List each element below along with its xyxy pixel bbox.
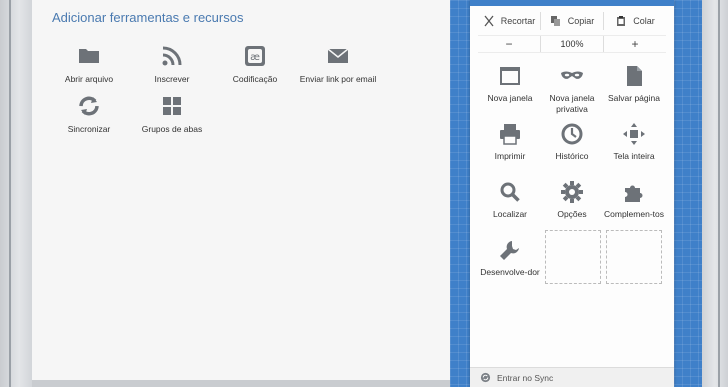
cut-button[interactable]: Recortar: [478, 12, 540, 30]
save-page-icon: [627, 66, 642, 86]
empty-slot[interactable]: [545, 230, 601, 284]
sync-icon: [79, 96, 99, 116]
mask-icon: [561, 71, 583, 79]
tab-groups-icon: [163, 97, 181, 115]
palette-title: Adicionar ferramentas e recursos: [52, 10, 244, 25]
copy-icon: [550, 16, 560, 26]
window-frame-right: [702, 0, 728, 387]
clock-icon: [561, 123, 583, 145]
palette-item-sync[interactable]: Sincronizar: [44, 94, 134, 135]
rss-icon: [162, 46, 182, 66]
zoom-controls: − 100% +: [478, 35, 666, 53]
window-icon: [500, 67, 520, 85]
save-page-button[interactable]: Salvar página: [604, 64, 664, 104]
palette-item-encoding[interactable]: æ Codificação: [210, 44, 300, 85]
sync-icon: [480, 372, 491, 383]
window-frame-bottom: [32, 380, 450, 387]
copy-button[interactable]: Copiar: [540, 12, 603, 30]
palette-item-open-file[interactable]: Abrir arquivo: [44, 44, 134, 85]
encoding-icon: æ: [245, 46, 265, 66]
zoom-out-button[interactable]: −: [478, 36, 540, 52]
palette-item-tab-groups[interactable]: Grupos de abas: [127, 94, 217, 135]
find-button[interactable]: Localizar: [480, 180, 540, 220]
history-button[interactable]: Histórico: [542, 122, 602, 162]
new-window-button[interactable]: Nova janela: [480, 64, 540, 104]
sync-signin-button[interactable]: Entrar no Sync: [470, 367, 674, 387]
menu-panel: Recortar Copiar Colar − 100% + Nova jane…: [470, 0, 674, 387]
search-icon: [500, 182, 520, 202]
palette-item-email-link[interactable]: Enviar link por email: [293, 44, 383, 85]
printer-icon: [500, 124, 520, 145]
zoom-in-button[interactable]: +: [603, 36, 666, 52]
window-frame-left: [0, 0, 32, 387]
print-button[interactable]: Imprimir: [480, 122, 540, 162]
palette-item-subscribe[interactable]: Inscrever: [127, 44, 217, 85]
empty-slot[interactable]: [606, 230, 662, 284]
svg-text:æ: æ: [250, 52, 260, 63]
paste-button[interactable]: Colar: [603, 12, 666, 30]
email-icon: [327, 48, 349, 63]
addons-button[interactable]: Complemen-tos: [604, 180, 664, 220]
scissors-icon: [484, 15, 494, 27]
options-button[interactable]: Opções: [542, 180, 602, 220]
panel-top-edge: [470, 0, 674, 6]
fullscreen-icon: [623, 123, 645, 145]
fullscreen-button[interactable]: Tela inteira: [604, 122, 664, 162]
puzzle-icon: [625, 185, 643, 202]
zoom-reset-button[interactable]: 100%: [540, 36, 603, 52]
gear-icon: [561, 181, 583, 203]
customize-palette: Adicionar ferramentas e recursos Abrir a…: [32, 0, 451, 387]
developer-button[interactable]: Desenvolve-dor: [480, 238, 540, 278]
new-private-window-button[interactable]: Nova janela privativa: [542, 64, 602, 114]
edit-controls: Recortar Copiar Colar: [478, 12, 666, 30]
clipboard-icon: [617, 16, 626, 26]
folder-icon: [79, 49, 99, 63]
wrench-icon: [500, 241, 519, 260]
